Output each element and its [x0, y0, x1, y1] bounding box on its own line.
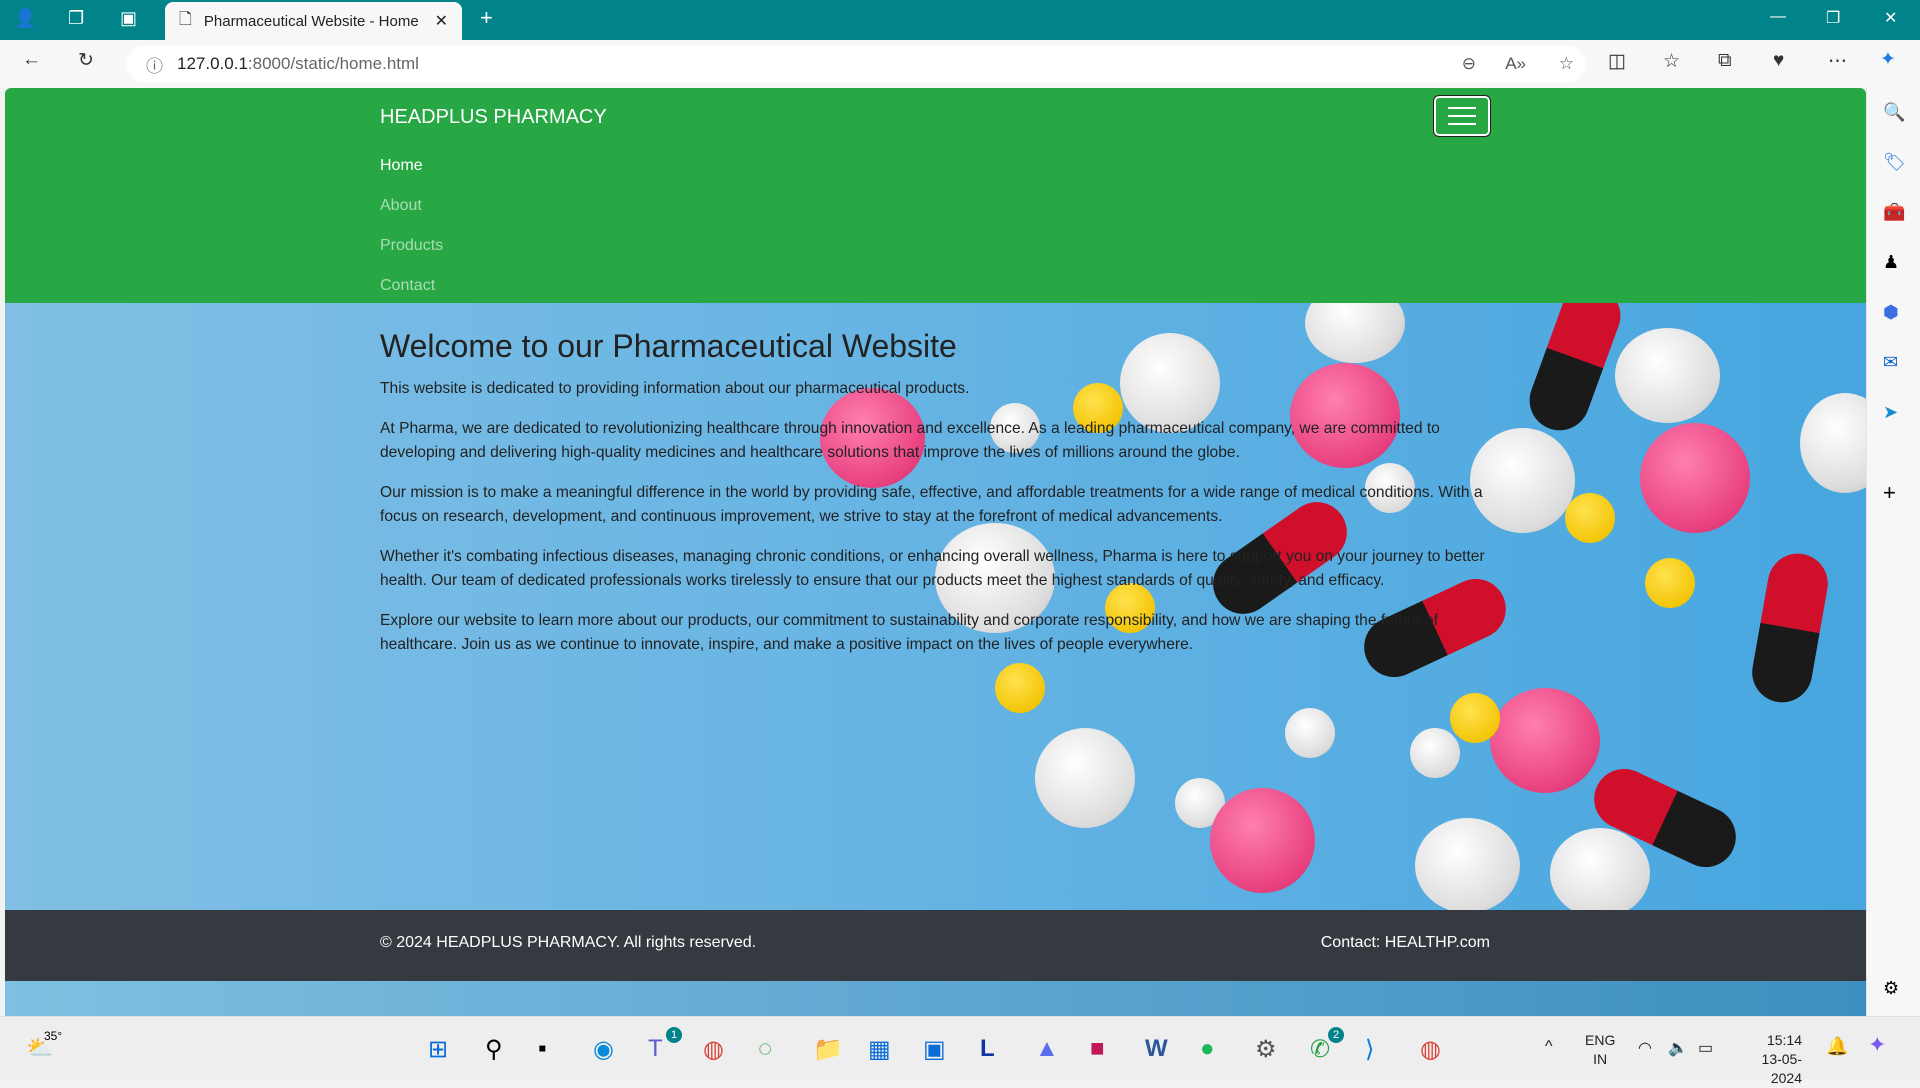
- wifi-icon[interactable]: ◠: [1638, 1039, 1652, 1058]
- battery-icon[interactable]: ▭: [1698, 1039, 1713, 1058]
- copyright-text: © 2024 HEADPLUS PHARMACY. All rights res…: [380, 934, 757, 951]
- tab-title: Pharmaceutical Website - Home: [203, 12, 419, 30]
- url-path: :8000/static/home.html: [247, 54, 419, 73]
- taskbar: ⛅ 35° ⊞ ⚲ ▪ ◉ T ◍ ◌ 📁 ▦ ▣ L ▲ ■ W ● ⚙ ✆ …: [0, 1016, 1920, 1086]
- teams-icon[interactable]: T: [648, 1035, 663, 1063]
- chrome-profile-icon[interactable]: ◍: [1420, 1035, 1441, 1064]
- show-hidden-icons[interactable]: ^: [1545, 1037, 1553, 1056]
- refresh-icon[interactable]: ↻: [78, 49, 94, 72]
- weather-temp: 35°: [44, 1029, 63, 1043]
- browser-tab-active[interactable]: 🗋 Pharmaceutical Website - Home ✕: [165, 2, 462, 40]
- outlook-icon[interactable]: ✉: [1883, 352, 1898, 373]
- favorites-icon[interactable]: ☆: [1663, 50, 1680, 73]
- nav-link-contact[interactable]: Contact: [380, 266, 443, 306]
- about-paragraph: At Pharma, we are dedicated to revolutio…: [380, 420, 1440, 461]
- mission-paragraph: Our mission is to make a meaningful diff…: [380, 484, 1483, 525]
- start-icon[interactable]: ⊞: [428, 1035, 448, 1064]
- search-icon[interactable]: 🔍: [1883, 102, 1905, 123]
- file-explorer-icon[interactable]: 📁: [813, 1035, 843, 1064]
- explore-paragraph: Explore our website to learn more about …: [380, 612, 1439, 653]
- minimize-icon[interactable]: —: [1770, 8, 1786, 26]
- profile-avatar[interactable]: 👤: [14, 8, 36, 29]
- app-ring-icon[interactable]: ◌: [758, 1035, 772, 1063]
- web-page: HEADPLUS PHARMACY Home About Products Co…: [5, 88, 1866, 1016]
- app-window-icon[interactable]: ▣: [923, 1035, 946, 1064]
- collections-icon[interactable]: ⧉: [1718, 50, 1732, 72]
- edge-sidebar: 🔍 🏷 🧰 ♟ ⬢ ✉ ➤ + ⚙: [1866, 88, 1920, 1016]
- copilot-icon[interactable]: ✦: [1880, 48, 1896, 71]
- browser-tab-bar: 👤 ❐ ▣ 🗋 Pharmaceutical Website - Home ✕ …: [0, 0, 1920, 40]
- whatsapp-icon[interactable]: ✆: [1310, 1035, 1330, 1064]
- taskbar-search-icon[interactable]: ⚲: [485, 1035, 503, 1064]
- back-icon[interactable]: ←: [22, 49, 41, 71]
- store-icon[interactable]: ▦: [868, 1035, 891, 1064]
- whatsapp-badge: 2: [1328, 1027, 1344, 1043]
- intellij-icon[interactable]: ■: [1090, 1035, 1105, 1063]
- hamburger-icon: [1448, 107, 1476, 109]
- navbar-brand[interactable]: HEADPLUS PHARMACY: [380, 106, 607, 129]
- copilot-taskbar-icon[interactable]: ✦: [1868, 1034, 1886, 1056]
- volume-icon[interactable]: 🔈: [1668, 1039, 1688, 1058]
- health-paragraph: Whether it's combating infectious diseas…: [380, 548, 1485, 589]
- nav-link-about[interactable]: About: [380, 186, 443, 226]
- edge-icon[interactable]: ◉: [593, 1035, 614, 1064]
- navbar: HEADPLUS PHARMACY Home About Products Co…: [5, 88, 1866, 303]
- microsoft365-icon[interactable]: ⬢: [1883, 302, 1899, 323]
- contact-text: Contact: HEALTHP.com: [1320, 934, 1490, 951]
- welcome-content: Welcome to our Pharmaceutical Website Th…: [380, 328, 1490, 673]
- spotify-icon[interactable]: ●: [1200, 1035, 1215, 1063]
- new-tab-icon[interactable]: +: [480, 5, 493, 31]
- more-menu-icon[interactable]: ⋯: [1828, 50, 1847, 73]
- notification-bell-icon[interactable]: 🔔: [1826, 1037, 1848, 1056]
- chrome-icon[interactable]: ◍: [703, 1035, 724, 1064]
- browser-essentials-icon[interactable]: ♥: [1773, 50, 1784, 72]
- page-icon: 🗋: [179, 10, 192, 28]
- zoom-out-icon[interactable]: ⊖: [1462, 54, 1476, 74]
- close-window-icon[interactable]: ✕: [1884, 8, 1897, 28]
- page-title: Welcome to our Pharmaceutical Website: [380, 328, 957, 364]
- word-icon[interactable]: W: [1145, 1035, 1168, 1063]
- background-strip: [5, 981, 1866, 1016]
- favorite-star-icon[interactable]: ☆: [1559, 54, 1574, 74]
- settings-app-icon[interactable]: ⚙: [1255, 1035, 1277, 1064]
- arc-icon[interactable]: ▲: [1035, 1035, 1059, 1063]
- footer: © 2024 HEADPLUS PHARMACY. All rights res…: [5, 910, 1866, 981]
- l-app-icon[interactable]: L: [980, 1035, 995, 1063]
- nav-link-home[interactable]: Home: [380, 146, 443, 186]
- url-input[interactable]: ⓘ 127.0.0.1:8000/static/home.html ⊖ A» ☆: [126, 46, 1586, 82]
- hero-section: Welcome to our Pharmaceutical Website Th…: [5, 303, 1866, 910]
- close-tab-icon[interactable]: ✕: [435, 11, 448, 31]
- restore-icon[interactable]: ❐: [1826, 8, 1840, 28]
- vscode-icon[interactable]: ⟩: [1365, 1035, 1374, 1064]
- language-indicator[interactable]: ENG IN: [1585, 1031, 1615, 1069]
- shopping-tag-icon[interactable]: 🏷: [1883, 152, 1906, 173]
- teams-badge: 1: [666, 1027, 682, 1043]
- split-screen-icon[interactable]: ◫: [1608, 50, 1626, 73]
- nav-link-products[interactable]: Products: [380, 226, 443, 266]
- address-toolbar: ← ↻ ⓘ 127.0.0.1:8000/static/home.html ⊖ …: [0, 40, 1920, 88]
- clock[interactable]: 15:14 13-05-2024: [1742, 1031, 1802, 1088]
- read-aloud-icon[interactable]: A»: [1505, 54, 1526, 74]
- navbar-toggler-button[interactable]: [1433, 95, 1491, 137]
- info-icon[interactable]: ⓘ: [146, 52, 163, 77]
- task-view-icon[interactable]: ▪: [538, 1035, 547, 1063]
- tools-icon[interactable]: 🧰: [1883, 202, 1905, 223]
- settings-icon[interactable]: ⚙: [1883, 978, 1899, 999]
- workspaces-icon[interactable]: ❐: [68, 8, 84, 29]
- add-icon[interactable]: +: [1883, 480, 1896, 506]
- send-icon[interactable]: ➤: [1883, 402, 1898, 423]
- games-icon[interactable]: ♟: [1883, 252, 1899, 273]
- vertical-tabs-icon[interactable]: ▣: [120, 8, 137, 29]
- intro-paragraph: This website is dedicated to providing i…: [380, 380, 970, 397]
- url-host: 127.0.0.1: [177, 54, 248, 73]
